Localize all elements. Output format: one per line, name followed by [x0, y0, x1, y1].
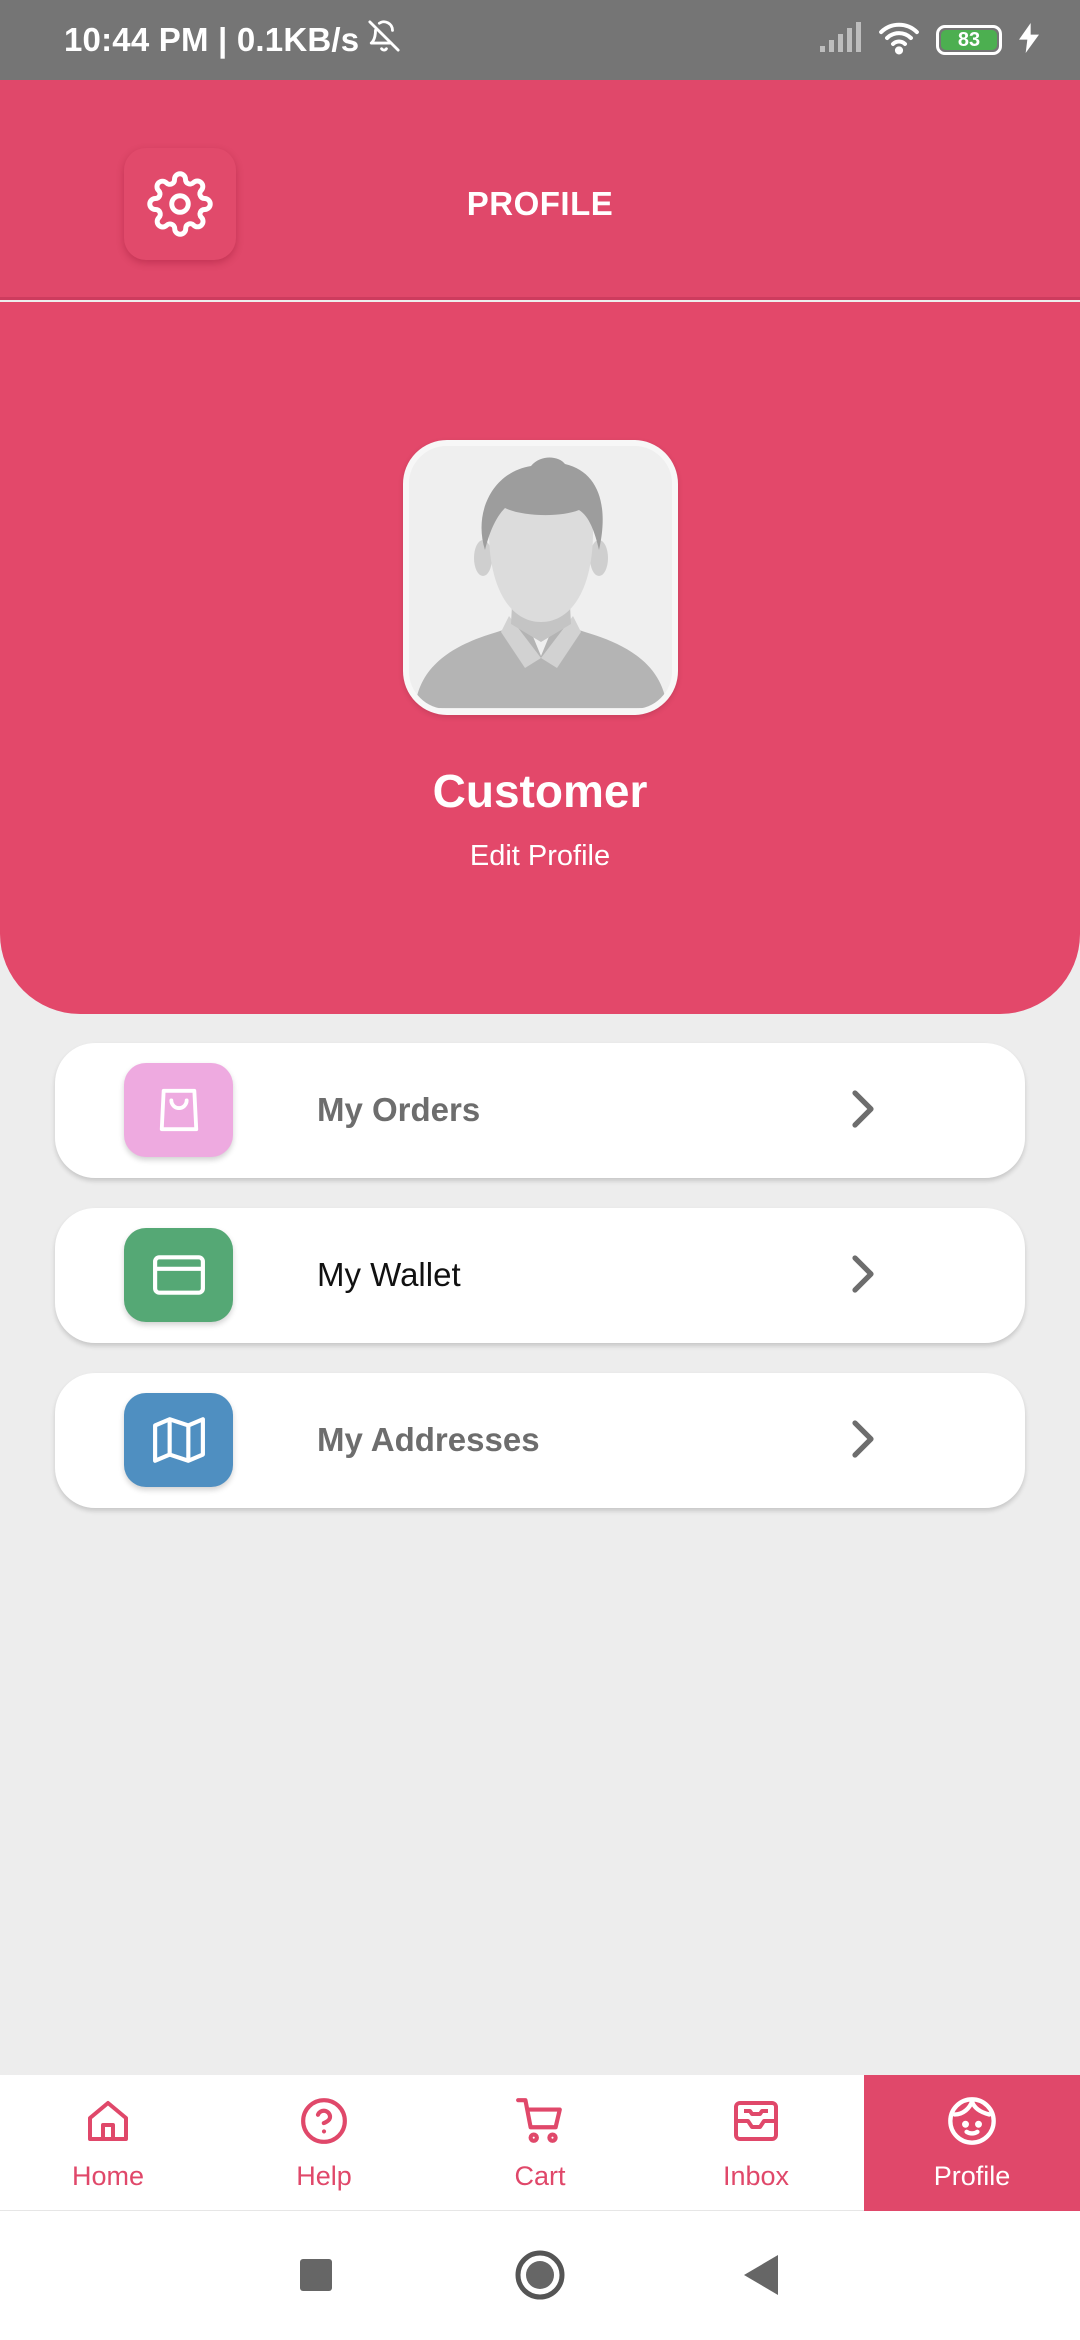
- square-icon: [300, 2259, 332, 2291]
- menu-label: My Addresses: [317, 1421, 540, 1458]
- system-navigation-bar: [0, 2211, 1080, 2340]
- nav-label: Cart: [514, 2161, 566, 2191]
- signal-icon: [818, 21, 862, 59]
- nav-label: Profile: [933, 2161, 1011, 2191]
- menu-item-my-wallet[interactable]: My Wallet: [55, 1208, 1025, 1343]
- circle-icon: [515, 2250, 565, 2300]
- status-left: 10:44 PM | 0.1KB/s: [64, 19, 401, 61]
- edit-profile-link[interactable]: Edit Profile: [0, 840, 1080, 873]
- nav-item-profile[interactable]: Profile: [864, 2075, 1080, 2211]
- menu-label: My Orders: [317, 1091, 481, 1128]
- back-triangle-icon: [744, 2255, 778, 2295]
- nav-item-inbox[interactable]: Inbox: [648, 2075, 864, 2211]
- nav-item-cart[interactable]: Cart: [432, 2075, 648, 2211]
- credit-card-icon: [152, 1255, 205, 1295]
- page-title: PROFILE: [466, 185, 614, 222]
- battery-level: 83: [941, 30, 997, 50]
- nav-label: Help: [296, 2161, 352, 2191]
- inbox-icon: [732, 2093, 780, 2149]
- menu-label: My Wallet: [317, 1256, 461, 1293]
- avatar[interactable]: [403, 440, 678, 715]
- recents-button[interactable]: [300, 2259, 332, 2296]
- shopping-bag-icon: [159, 1088, 198, 1132]
- chevron-right-icon: [851, 1419, 875, 1464]
- menu-item-my-addresses[interactable]: My Addresses: [55, 1373, 1025, 1508]
- back-button[interactable]: [744, 2255, 778, 2300]
- charging-bolt-icon: [1018, 22, 1040, 58]
- chevron-right-icon: [851, 1089, 875, 1134]
- home-icon: [84, 2093, 132, 2149]
- wifi-icon: [878, 21, 920, 60]
- status-right: 83: [818, 21, 1040, 60]
- status-time-speed: 10:44 PM | 0.1KB/s: [64, 21, 360, 58]
- default-user-avatar-icon: [409, 446, 672, 709]
- nav-item-home[interactable]: Home: [0, 2075, 216, 2211]
- chevron-right-icon: [851, 1254, 875, 1299]
- bell-muted-icon: [367, 19, 401, 61]
- profile-face-icon: [946, 2093, 998, 2149]
- menu-item-my-orders[interactable]: My Orders: [55, 1043, 1025, 1178]
- home-system-button[interactable]: [514, 2249, 566, 2306]
- battery-indicator: 83: [936, 25, 1002, 55]
- bottom-navigation: Home Help Cart Inbox Profile: [0, 2075, 1080, 2211]
- menu-icon-bg: [124, 1393, 233, 1487]
- nav-label: Home: [71, 2161, 145, 2191]
- status-bar: 10:44 PM | 0.1KB/s 83: [0, 0, 1080, 80]
- map-icon: [152, 1417, 205, 1463]
- app-header: PROFILE: [0, 80, 1080, 300]
- nav-label: Inbox: [722, 2161, 790, 2191]
- profile-hero: Customer Edit Profile: [0, 302, 1080, 1014]
- profile-screen: 10:44 PM | 0.1KB/s 83 PROFILE Customer E…: [0, 0, 1080, 2340]
- menu-icon-bg: [124, 1228, 233, 1322]
- menu-icon-bg: [124, 1063, 233, 1157]
- help-circle-icon: [299, 2093, 349, 2149]
- customer-name: Customer: [432, 765, 648, 817]
- nav-item-help[interactable]: Help: [216, 2075, 432, 2211]
- cart-icon: [515, 2093, 565, 2149]
